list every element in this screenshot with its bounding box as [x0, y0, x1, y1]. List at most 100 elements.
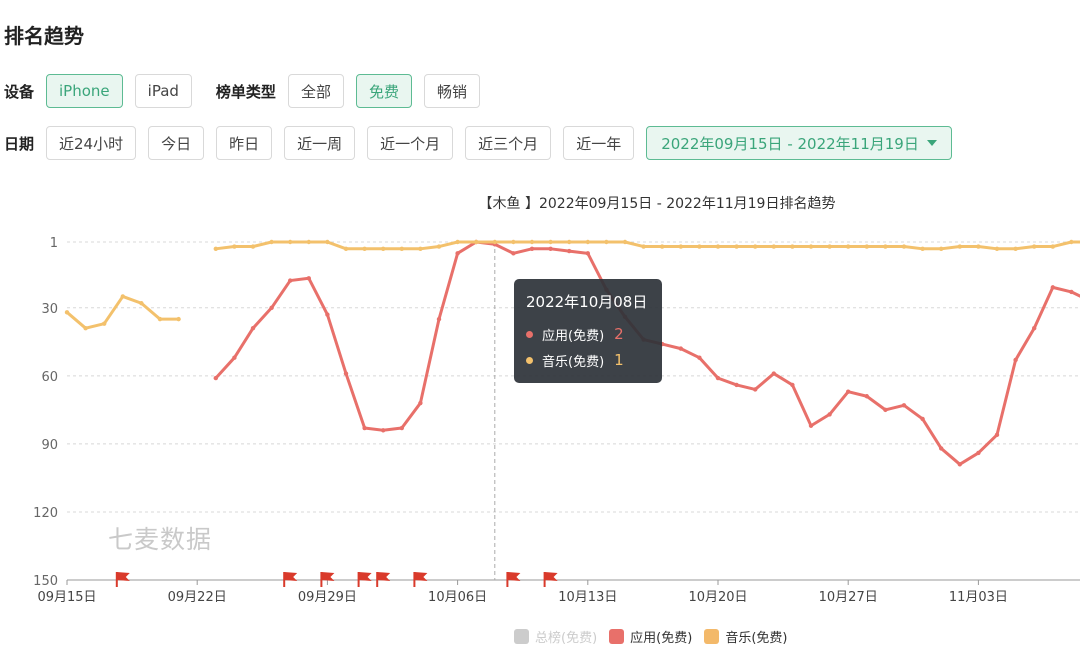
data-point — [1050, 285, 1056, 290]
series-dot-icon — [526, 356, 533, 364]
data-point — [846, 244, 851, 249]
legend-label: 音乐(免费) — [725, 631, 788, 646]
data-point — [139, 301, 144, 306]
data-point — [901, 403, 907, 408]
data-point — [418, 400, 423, 406]
data-point — [901, 244, 907, 249]
data-point — [604, 239, 609, 245]
data-point — [213, 246, 218, 252]
data-point — [511, 251, 516, 256]
data-point — [1032, 326, 1037, 331]
y-tick-label: 60 — [41, 370, 58, 385]
data-point — [399, 425, 404, 431]
legend-swatch — [704, 629, 720, 644]
data-point — [455, 251, 460, 256]
flag-icon — [358, 572, 372, 581]
data-point — [678, 244, 683, 249]
data-point — [660, 244, 665, 249]
y-tick-label: 120 — [33, 506, 58, 521]
y-tick-label: 90 — [41, 438, 58, 453]
legend-item[interactable]: 总榜(免费) — [514, 627, 597, 646]
tooltip-row-app: 应用(免费) 2 — [526, 321, 650, 347]
chart-tooltip: 2022年10月08日 应用(免费) 2 音乐(免费) 1 — [514, 279, 662, 383]
data-point — [269, 305, 274, 310]
data-point — [585, 239, 590, 245]
data-point — [325, 239, 330, 245]
data-point — [622, 239, 628, 245]
data-point — [548, 239, 553, 245]
x-tick-label: 11月03日 — [949, 590, 1008, 605]
data-point — [362, 246, 367, 252]
data-point — [957, 244, 962, 249]
data-point — [567, 248, 572, 254]
data-point — [83, 326, 88, 331]
data-point — [678, 346, 683, 351]
data-point — [808, 244, 814, 249]
y-tick-label: 1 — [50, 236, 58, 251]
data-point — [957, 462, 962, 467]
flag-icon — [284, 572, 298, 581]
data-point — [120, 294, 126, 299]
data-point — [250, 244, 256, 249]
y-tick-label: 150 — [33, 574, 58, 589]
data-point — [1013, 246, 1018, 252]
data-point — [994, 246, 1000, 252]
data-point — [362, 425, 367, 431]
tooltip-series-label: 音乐(免费) — [542, 354, 605, 370]
data-point — [455, 239, 460, 245]
x-tick-label: 10月13日 — [558, 590, 617, 605]
flag-icon — [377, 572, 391, 581]
flag-icon — [507, 572, 521, 581]
data-point — [176, 316, 181, 322]
x-tick-label: 10月20日 — [688, 590, 747, 605]
data-point — [232, 244, 237, 249]
series-dot-icon — [526, 330, 533, 338]
data-point — [715, 375, 721, 381]
data-point — [64, 310, 70, 315]
x-tick-label: 10月06日 — [428, 590, 487, 605]
legend-label: 总榜(免费) — [535, 631, 598, 646]
x-tick-label: 09月29日 — [298, 590, 357, 605]
data-point — [920, 416, 925, 422]
data-point — [1013, 357, 1018, 363]
data-point — [1050, 244, 1056, 249]
tooltip-date: 2022年10月08日 — [526, 293, 648, 311]
data-point — [343, 371, 349, 376]
legend-label: 应用(免费) — [630, 631, 693, 646]
data-point — [715, 244, 721, 249]
data-point — [864, 394, 869, 399]
data-point — [846, 389, 851, 394]
data-point — [418, 246, 423, 252]
legend-item[interactable]: 音乐(免费) — [704, 627, 787, 646]
data-point — [529, 246, 535, 252]
data-point — [994, 432, 1000, 438]
data-point — [753, 244, 758, 249]
legend-item[interactable]: 应用(免费) — [609, 627, 692, 646]
data-point — [213, 375, 218, 381]
data-point — [883, 244, 888, 249]
data-point — [436, 244, 442, 249]
data-point — [864, 244, 869, 249]
data-point — [808, 423, 814, 428]
data-point — [790, 382, 795, 388]
flag-icon — [116, 572, 130, 581]
flag-icon — [321, 572, 335, 581]
data-point — [883, 407, 888, 413]
data-point — [288, 278, 293, 283]
data-point — [269, 239, 274, 245]
data-point — [306, 276, 311, 281]
x-tick-label: 09月15日 — [37, 590, 96, 605]
chart-title: 【木鱼 】2022年09月15日 - 2022年11月19日排名趋势 — [479, 195, 836, 212]
series-line — [66, 294, 179, 330]
x-tick-label: 09月22日 — [168, 590, 227, 605]
tooltip-series-value: 2 — [614, 325, 624, 343]
data-point — [288, 239, 293, 245]
data-point — [976, 450, 981, 456]
data-point — [381, 428, 386, 433]
data-point — [436, 316, 442, 322]
legend-swatch — [609, 629, 625, 644]
data-point — [771, 371, 776, 376]
data-point — [474, 239, 479, 245]
flag-icon — [414, 572, 428, 581]
data-point — [1069, 289, 1074, 295]
